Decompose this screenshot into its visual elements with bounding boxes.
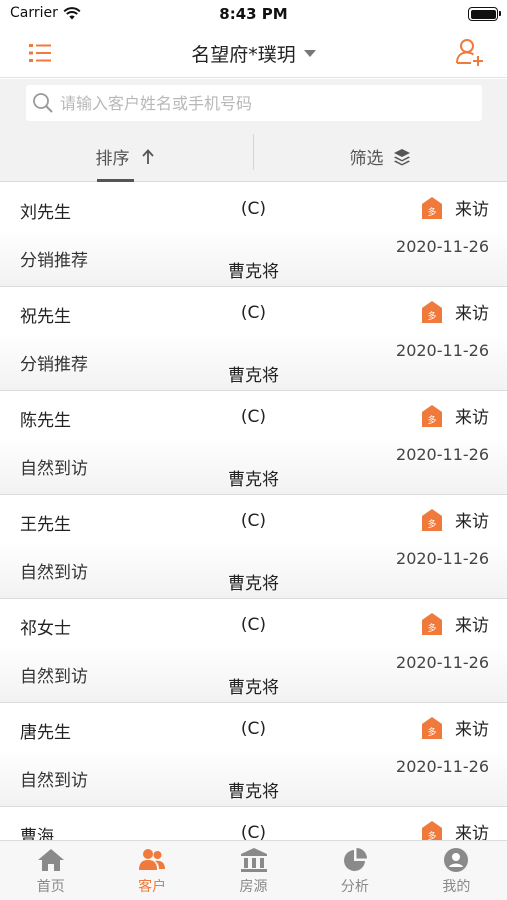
tab-label: 我的 xyxy=(442,879,471,895)
svg-text:多: 多 xyxy=(427,726,436,738)
pie-chart-icon xyxy=(343,848,367,871)
building-icon xyxy=(240,848,267,872)
customer-row[interactable]: 曹海 (C) 多 来访 xyxy=(0,807,507,840)
filter-label: 筛选 xyxy=(349,149,384,169)
search-bar xyxy=(0,79,507,131)
house-badge-icon: 多 xyxy=(422,196,442,219)
navigation-bar: 名望府*璞玥 xyxy=(0,28,507,78)
status-label: 来访 xyxy=(455,304,489,324)
tab-label: 房源 xyxy=(239,879,268,895)
project-title: 名望府*璞玥 xyxy=(191,44,296,66)
agent-name: 曹克将 xyxy=(228,366,279,386)
visit-date: 2020-11-26 xyxy=(396,653,489,672)
customer-row[interactable]: 唐先生 (C) 多 来访 自然到访 2020-11-26 曹克将 xyxy=(0,703,507,807)
customer-row[interactable]: 祁女士 (C) 多 来访 自然到访 2020-11-26 曹克将 xyxy=(0,599,507,703)
search-icon xyxy=(33,93,53,113)
profile-icon xyxy=(444,848,469,872)
status-label: 来访 xyxy=(455,720,489,740)
visit-status: 多 来访 xyxy=(421,403,489,428)
customer-row[interactable]: 刘先生 (C) 多 来访 分销推荐 2020-11-26 曹克将 xyxy=(0,183,507,287)
svg-text:多: 多 xyxy=(427,622,436,634)
sort-label: 排序 xyxy=(95,149,130,169)
search-input[interactable] xyxy=(60,93,482,113)
status-bar: Carrier 8:43 PM xyxy=(0,0,507,28)
house-badge-icon: 多 xyxy=(422,612,442,635)
sort-tab[interactable]: 排序 xyxy=(0,131,253,182)
agent-name: 曹克将 xyxy=(228,262,279,282)
sort-tab-indicator xyxy=(97,179,134,182)
agent-name: 曹克将 xyxy=(228,678,279,698)
tab-customers[interactable]: 客户 xyxy=(101,841,202,900)
visit-status: 多 来访 xyxy=(421,715,489,740)
project-selector[interactable]: 名望府*璞玥 xyxy=(0,40,507,67)
svg-text:多: 多 xyxy=(427,310,436,322)
agent-name: 曹克将 xyxy=(228,470,279,490)
visit-date: 2020-11-26 xyxy=(396,237,489,256)
status-label: 来访 xyxy=(455,824,489,840)
agent-name: 曹克将 xyxy=(228,782,279,802)
svg-text:多: 多 xyxy=(427,830,436,841)
home-icon xyxy=(37,849,64,871)
tab-properties[interactable]: 房源 xyxy=(203,841,304,900)
customer-row[interactable]: 祝先生 (C) 多 来访 分销推荐 2020-11-26 曹克将 xyxy=(0,287,507,391)
status-label: 来访 xyxy=(455,200,489,220)
svg-text:多: 多 xyxy=(427,414,436,426)
visit-status: 多 来访 xyxy=(421,611,489,636)
visit-status: 多 来访 xyxy=(421,507,489,532)
status-label: 来访 xyxy=(455,512,489,532)
tab-label: 客户 xyxy=(138,879,167,895)
svg-text:多: 多 xyxy=(427,206,436,218)
house-badge-icon: 多 xyxy=(422,300,442,323)
house-badge-icon: 多 xyxy=(422,716,442,739)
sort-filter-bar: 排序 筛选 xyxy=(0,131,507,182)
tab-analysis[interactable]: 分析 xyxy=(304,841,405,900)
arrow-up-icon xyxy=(141,148,154,164)
customer-row[interactable]: 陈先生 (C) 多 来访 自然到访 2020-11-26 曹克将 xyxy=(0,391,507,495)
status-label: 来访 xyxy=(455,616,489,636)
visit-date: 2020-11-26 xyxy=(396,341,489,360)
visit-date: 2020-11-26 xyxy=(396,445,489,464)
svg-text:多: 多 xyxy=(427,518,436,530)
house-badge-icon: 多 xyxy=(422,404,442,427)
house-badge-icon: 多 xyxy=(422,820,442,841)
layers-icon xyxy=(393,148,410,165)
status-label: 来访 xyxy=(455,408,489,428)
customer-list: 刘先生 (C) 多 来访 分销推荐 2020-11-26 曹克将 祝先生 (C)… xyxy=(0,183,507,840)
customers-icon xyxy=(139,849,166,870)
tab-home[interactable]: 首页 xyxy=(0,841,101,900)
visit-date: 2020-11-26 xyxy=(396,549,489,568)
add-customer-button[interactable] xyxy=(455,37,485,69)
customer-row[interactable]: 王先生 (C) 多 来访 自然到访 2020-11-26 曹克将 xyxy=(0,495,507,599)
dropdown-caret-icon xyxy=(303,50,316,57)
tab-label: 分析 xyxy=(340,879,369,895)
filter-tab[interactable]: 筛选 xyxy=(254,131,507,182)
search-box xyxy=(26,85,482,121)
tab-label: 首页 xyxy=(36,879,65,895)
tab-profile[interactable]: 我的 xyxy=(406,841,507,900)
visit-status: 多 来访 xyxy=(421,195,489,220)
agent-name: 曹克将 xyxy=(228,574,279,594)
visit-status: 多 来访 xyxy=(421,819,489,840)
visit-date: 2020-11-26 xyxy=(396,757,489,776)
clock: 8:43 PM xyxy=(219,5,288,23)
visit-status: 多 来访 xyxy=(421,299,489,324)
add-user-icon xyxy=(456,39,483,66)
bottom-tab-bar: 首页 客户 房源 分析 我的 xyxy=(0,840,507,900)
battery-icon xyxy=(468,7,501,21)
house-badge-icon: 多 xyxy=(422,508,442,531)
